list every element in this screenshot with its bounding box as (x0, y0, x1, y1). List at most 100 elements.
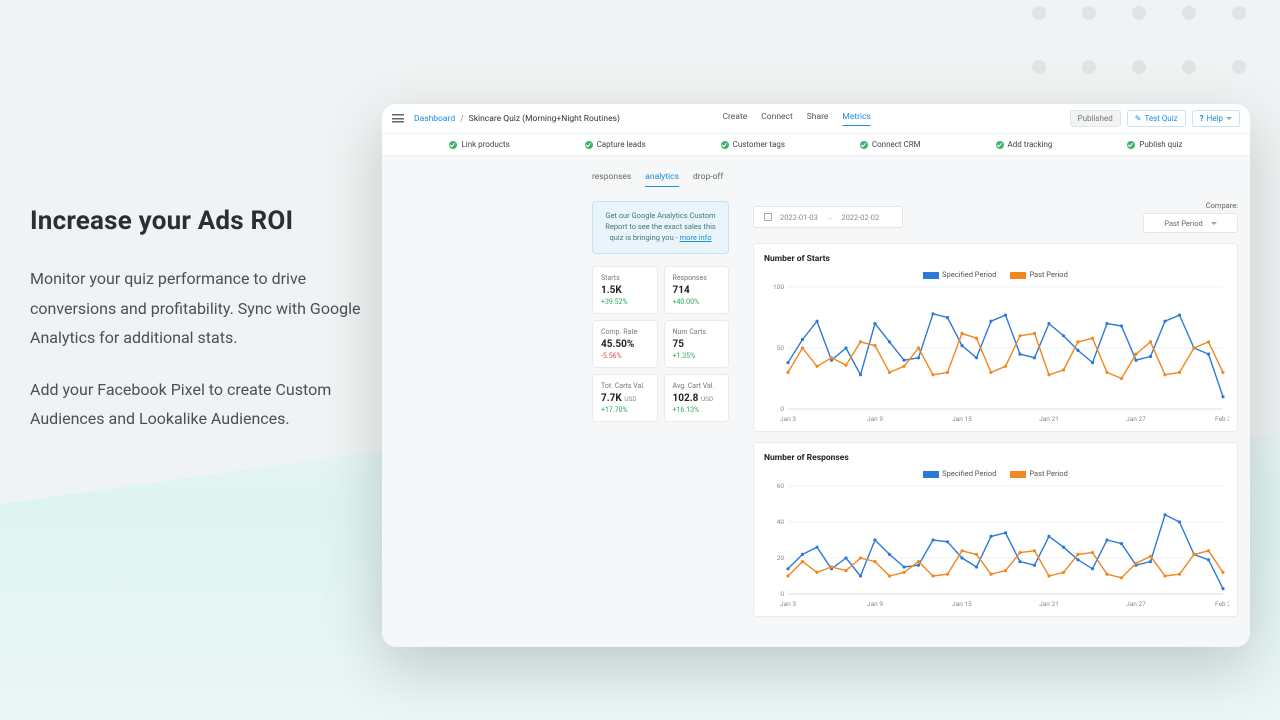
chart-title: Number of Responses (764, 453, 1227, 463)
svg-text:50: 50 (777, 344, 785, 352)
date-end: 2022-02-02 (841, 213, 879, 222)
svg-text:Jan 9: Jan 9 (867, 600, 883, 608)
nav-share[interactable]: Share (807, 112, 829, 126)
step-publish-quiz[interactable]: Publish quiz (1127, 140, 1182, 149)
tab-analytics[interactable]: analytics (645, 172, 679, 187)
kpi-label: Starts (601, 274, 649, 282)
app-window: Dashboard / Skincare Quiz (Morning+Night… (382, 104, 1250, 647)
nav-create[interactable]: Create (722, 112, 747, 126)
check-icon (860, 141, 868, 149)
chart-svg: 0 20 40 60 Jan 3 Jan 9 Jan 15 Jan 21 Jan 27 Feb 2 (764, 482, 1229, 610)
nav-metrics[interactable]: Metrics (842, 112, 871, 126)
compare-select[interactable]: Past Period (1143, 213, 1238, 233)
step-label: Capture leads (597, 140, 646, 149)
svg-text:Jan 15: Jan 15 (952, 415, 972, 423)
svg-text:Jan 3: Jan 3 (780, 415, 796, 423)
legend-past: Past Period (1010, 270, 1068, 279)
kpi-value: 714 (673, 285, 721, 296)
kpi-label: Responses (673, 274, 721, 282)
content-area: responses analytics drop-off Get our Goo… (382, 156, 1250, 647)
menu-icon[interactable] (392, 114, 404, 123)
check-icon (721, 141, 729, 149)
kpi-card: Num Carts75+1.35% (664, 320, 730, 368)
date-range-picker[interactable]: 2022-01-03 → 2022-02-02 (753, 206, 903, 228)
kpi-card: Avg. Cart Val.102.8 USD+16.13% (664, 374, 730, 422)
svg-text:100: 100 (773, 283, 784, 291)
chevron-down-icon (1226, 117, 1232, 120)
step-label: Add tracking (1008, 140, 1053, 149)
left-column: Get our Google Analytics Custom Report t… (592, 201, 729, 422)
top-actions: Published ✎ Test Quiz ? Help (1070, 110, 1240, 127)
top-nav: Create Connect Share Metrics (722, 112, 870, 126)
step-capture-leads[interactable]: Capture leads (585, 140, 646, 149)
kpi-unit: USD (699, 395, 713, 403)
filter-row: 2022-01-03 → 2022-02-02 Compare: Past Pe… (753, 201, 1238, 233)
breadcrumb-separator: / (460, 114, 464, 124)
marketing-headline: Increase your Ads ROI (30, 206, 370, 236)
kpi-card: Comp. Rate45.50%-5.56% (592, 320, 658, 368)
kpi-delta: +39.52% (601, 298, 649, 306)
svg-text:Jan 27: Jan 27 (1126, 415, 1146, 423)
kpi-label: Num Carts (673, 328, 721, 336)
svg-text:Jan 21: Jan 21 (1039, 600, 1059, 608)
ga-note-link[interactable]: more info (680, 233, 712, 242)
kpi-card: Tot. Carts Val. 7.7K USD +17.70% (592, 374, 658, 422)
help-button[interactable]: ? Help (1192, 110, 1240, 127)
arrow-right-icon: → (826, 213, 834, 222)
kpi-card: Responses 714 +40.00% (664, 266, 730, 314)
calendar-icon (764, 213, 772, 221)
breadcrumb-root[interactable]: Dashboard (414, 114, 455, 124)
kpi-delta: +16.13% (673, 406, 721, 414)
svg-text:Jan 27: Jan 27 (1126, 600, 1146, 608)
published-badge[interactable]: Published (1070, 110, 1121, 127)
step-label: Publish quiz (1139, 140, 1182, 149)
chart-legend: Specified PeriodPast Period (764, 270, 1227, 279)
chart-svg: 050100Jan 3Jan 9Jan 15Jan 21Jan 27Feb 2 (764, 283, 1229, 425)
kpi-value: 45.50% (601, 339, 649, 350)
svg-text:Jan 3: Jan 3 (780, 600, 796, 608)
ga-note: Get our Google Analytics Custom Report t… (592, 201, 729, 254)
nav-connect[interactable]: Connect (761, 112, 793, 126)
kpi-delta: +17.70% (601, 406, 649, 414)
svg-text:Feb 2: Feb 2 (1215, 415, 1229, 423)
compare-block: Compare: Past Period (1143, 201, 1238, 233)
date-start: 2022-01-03 (780, 213, 818, 222)
kpi-delta: +1.35% (673, 352, 721, 360)
step-add-tracking[interactable]: Add tracking (996, 140, 1053, 149)
kpi-value: 1.5K (601, 285, 649, 296)
svg-text:0: 0 (780, 590, 784, 598)
test-quiz-label: Test Quiz (1144, 114, 1177, 123)
legend-specified: Specified Period (923, 469, 996, 478)
svg-text:Feb 2: Feb 2 (1215, 600, 1229, 608)
marketing-copy: Increase your Ads ROI Monitor your quiz … (30, 206, 370, 456)
kpi-delta: -5.56% (601, 352, 649, 360)
step-customer-tags[interactable]: Customer tags (721, 140, 785, 149)
chart-title: Number of Starts (764, 254, 1227, 264)
step-connect-crm[interactable]: Connect CRM (860, 140, 921, 149)
test-quiz-button[interactable]: ✎ Test Quiz (1127, 110, 1186, 127)
help-label: Help (1207, 114, 1223, 123)
step-link-products[interactable]: Link products (449, 140, 509, 149)
help-icon: ? (1200, 114, 1204, 123)
right-column: 2022-01-03 → 2022-02-02 Compare: Past Pe… (753, 201, 1238, 627)
decorative-dots (1032, 6, 1246, 74)
kpi-label: Avg. Cart Val. (673, 382, 721, 390)
svg-text:Jan 9: Jan 9 (867, 415, 883, 423)
breadcrumb-page: Skincare Quiz (Morning+Night Routines) (469, 114, 620, 124)
tab-dropoff[interactable]: drop-off (693, 172, 723, 187)
svg-text:40: 40 (777, 518, 785, 526)
kpi-label: Tot. Carts Val. (601, 382, 649, 390)
kpi-card: Starts 1.5K +39.52% (592, 266, 658, 314)
svg-text:Jan 15: Jan 15 (952, 600, 972, 608)
edit-icon: ✎ (1135, 114, 1142, 123)
kpi-value: 7.7K USD (601, 393, 649, 404)
kpi-delta: +40.00% (673, 298, 721, 306)
legend-past: Past Period (1010, 469, 1068, 478)
check-icon (996, 141, 1004, 149)
svg-text:20: 20 (777, 554, 785, 562)
tab-responses[interactable]: responses (592, 172, 631, 187)
step-label: Link products (461, 140, 509, 149)
check-icon (1127, 141, 1135, 149)
step-label: Customer tags (733, 140, 785, 149)
svg-text:60: 60 (777, 482, 785, 490)
